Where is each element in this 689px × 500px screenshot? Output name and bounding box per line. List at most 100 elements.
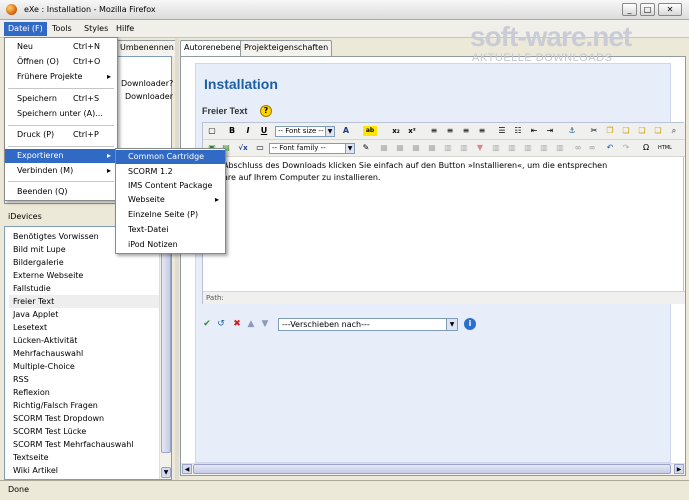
idevice-item[interactable]: Reflexion [13,386,50,399]
idevice-item[interactable]: Bild mit Lupe [13,243,66,256]
horizontal-scrollbar[interactable]: ◀ ▶ [181,463,685,475]
scroll-left-icon[interactable]: ◀ [182,464,192,474]
scroll-thumb[interactable] [161,241,171,453]
menu-item-druck[interactable]: Druck (P) Ctrl+P [5,128,117,142]
maximize-button[interactable]: □ [640,3,655,16]
close-button[interactable]: ✕ [658,3,682,16]
info-icon[interactable]: i [464,318,476,330]
outdent-icon[interactable]: ⇤ [529,126,539,136]
menu-item-exportieren[interactable]: Exportieren ▸ [5,149,117,163]
align-right-icon[interactable]: ≡ [461,126,471,136]
paste-icon[interactable]: ❏ [621,126,631,136]
delete-row-icon[interactable]: ▥ [459,143,469,153]
math-icon[interactable]: √x [235,143,251,153]
undo-edit-icon[interactable]: ↺ [216,319,226,329]
italic-button[interactable]: I [243,126,253,136]
table-icon[interactable]: ▦ [379,143,389,153]
menu-item-verbinden[interactable]: Verbinden (M) ▸ [5,164,117,178]
idevice-item[interactable]: Fallstudie [13,282,51,295]
bullet-list-icon[interactable]: ☰ [497,126,507,136]
find-icon[interactable]: ⌕ [669,126,679,136]
idevice-item[interactable]: Benötigtes Vorwissen [13,230,99,243]
menu-tools[interactable]: Tools [48,22,76,36]
pane-splitter[interactable] [175,38,179,480]
col-props-icon[interactable]: ▥ [555,143,565,153]
minimize-button[interactable]: _ [622,3,637,16]
export-text-datei[interactable]: Text-Datei [116,223,225,237]
idevice-item[interactable]: Lesetext [13,321,47,334]
idevice-item[interactable]: Multiple-Choice [13,360,75,373]
insert-row-icon[interactable]: ▥ [443,143,453,153]
superscript-button[interactable]: x² [407,126,417,136]
idevice-item[interactable]: Wiki Artikel [13,464,58,477]
font-family-select[interactable]: -- Font family -- ▼ [269,143,355,154]
export-webseite[interactable]: Webseite ▸ [116,193,225,207]
idevice-item[interactable]: Richtig/Falsch Fragen [13,399,98,412]
menu-item-oeffnen[interactable]: Öffnen (O) Ctrl+O [5,55,117,69]
link-icon[interactable]: ∞ [573,143,583,153]
align-justify-icon[interactable]: ≡ [477,126,487,136]
paste-word-icon[interactable]: ❏ [653,126,663,136]
merge-cells-icon[interactable]: ▥ [491,143,501,153]
indent-icon[interactable]: ⇥ [545,126,555,136]
menu-item-speichern-unter[interactable]: Speichern unter (A)... [5,107,117,121]
redo-icon[interactable]: ↷ [621,143,631,153]
menu-item-neu[interactable]: Neu Ctrl+N [5,40,117,54]
underline-button[interactable]: U [259,126,269,136]
anchor-icon[interactable]: ⚓ [567,126,577,136]
idevice-item[interactable]: SCORM Test Mehrfachauswahl [13,438,134,451]
new-document-icon[interactable]: ▢ [207,126,217,136]
menu-hilfe[interactable]: Hilfe [112,22,138,36]
cell-props-icon[interactable]: ▥ [523,143,533,153]
export-einzelne-seite[interactable]: Einzelne Seite (P) [116,208,225,222]
menu-styles[interactable]: Styles [80,22,112,36]
align-left-icon[interactable]: ≡ [429,126,439,136]
export-common-cartridge[interactable]: Common Cartridge [116,150,225,164]
menu-item-beenden[interactable]: Beenden (Q) [5,185,117,199]
table-cell-icon[interactable]: ▦ [427,143,437,153]
undo-icon[interactable]: ↶ [605,143,615,153]
row-props-icon[interactable]: ▥ [539,143,549,153]
html-source-button[interactable]: HTML [657,143,673,153]
cut-icon[interactable]: ✂ [589,126,599,136]
unlink-icon[interactable]: ∞ [587,143,597,153]
export-ims[interactable]: IMS Content Package [116,179,225,193]
tab-projekteigenschaften[interactable]: Projekteigenschaften [240,40,333,56]
idevice-item-selected[interactable]: Freier Text [9,295,161,308]
idevice-item[interactable]: Mehrfachauswahl [13,347,83,360]
move-to-select[interactable]: ---Verschieben nach--- ▼ [278,318,458,331]
idevice-item[interactable]: Externe Webseite [13,269,83,282]
menu-item-speichern[interactable]: Speichern Ctrl+S [5,92,117,106]
outline-item[interactable]: Downloader [125,92,173,101]
help-icon[interactable]: ? [260,105,272,117]
horizontal-rule-icon[interactable]: ▭ [255,143,265,153]
idevice-item[interactable]: Java Applet [13,308,58,321]
filter-icon[interactable]: ▼ [475,143,485,153]
paste-text-icon[interactable]: ❏ [637,126,647,136]
subscript-button[interactable]: x₂ [391,126,401,136]
highlight-button[interactable]: ab [363,126,377,136]
idevice-item[interactable]: Bildergalerie [13,256,64,269]
scroll-right-icon[interactable]: ▶ [674,464,684,474]
idevice-item[interactable]: Textseite [13,451,49,464]
special-char-button[interactable]: Ω [641,143,651,153]
edit-icon[interactable]: ✎ [361,143,371,153]
scroll-thumb[interactable] [193,464,671,474]
split-cells-icon[interactable]: ▥ [507,143,517,153]
delete-icon[interactable]: ✖ [232,319,242,329]
export-scorm[interactable]: SCORM 1.2 [116,165,225,179]
numbered-list-icon[interactable]: ☷ [513,126,523,136]
idevice-item[interactable]: RSS [13,373,29,386]
menu-datei[interactable]: Datei (F) [4,22,47,36]
idevices-scrollbar[interactable]: ▲ ▼ [159,227,171,479]
move-up-icon[interactable]: ▲ [246,319,256,329]
idevice-item[interactable]: SCORM Test Dropdown [13,412,104,425]
table-col-icon[interactable]: ▦ [411,143,421,153]
idevice-item[interactable]: SCORM Test Lücke [13,425,86,438]
bold-button[interactable]: B [227,126,237,136]
font-color-button[interactable]: A [341,126,351,136]
tab-autorenebene[interactable]: Autorenebene [180,40,245,57]
done-check-icon[interactable]: ✔ [202,319,212,329]
table-row-icon[interactable]: ▦ [395,143,405,153]
idevice-item[interactable]: Lücken-Aktivität [13,334,77,347]
